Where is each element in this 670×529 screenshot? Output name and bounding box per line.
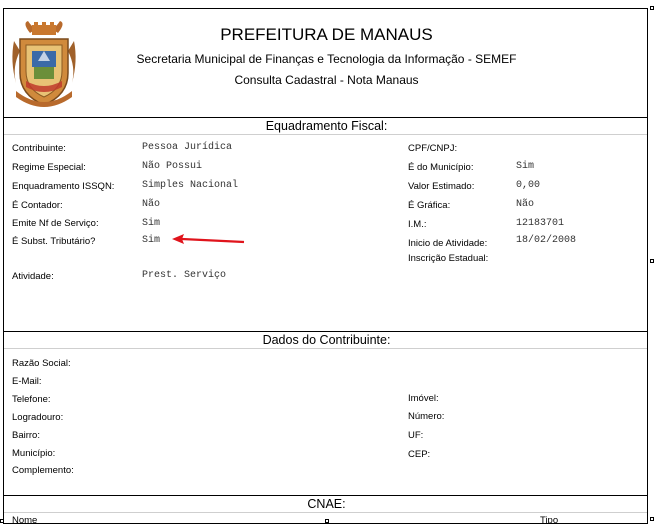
resize-handle-bottom-right[interactable] [650, 517, 654, 521]
field-label: I.M.: [408, 219, 427, 230]
field-value: Sim [516, 161, 535, 172]
field-label: Município: [12, 448, 56, 459]
field-value: Não Possui [142, 161, 203, 172]
report-page: PREFEITURA DE MANAUS Secretaria Municipa… [3, 8, 648, 524]
field-label: UF: [408, 430, 424, 441]
field-label: Inicio de Atividade: [408, 238, 488, 249]
field-value: 0,00 [516, 180, 541, 191]
field-label: Inscrição Estadual: [408, 253, 489, 264]
field-label: É Subst. Tributário? [12, 236, 96, 247]
field-label: Razão Social: [12, 358, 71, 369]
section-divider [4, 348, 647, 349]
section-divider [4, 331, 647, 332]
field-value: Simples Nacional [142, 180, 239, 191]
field-label: Regime Especial: [12, 162, 86, 173]
annotation-arrow-icon [172, 234, 245, 244]
column-header-nome: Nome [12, 515, 38, 524]
resize-handle-top-right[interactable] [650, 6, 654, 10]
field-label: Número: [408, 411, 445, 422]
field-label: Valor Estimado: [408, 181, 475, 192]
field-label: Complemento: [12, 465, 74, 476]
page-title: PREFEITURA DE MANAUS [220, 25, 433, 44]
field-value: Sim [142, 218, 161, 229]
field-label: Emite Nf de Serviço: [12, 218, 99, 229]
contribuinte-title: Dados do Contribuinte: [262, 333, 391, 347]
field-label: Atividade: [12, 271, 54, 282]
cnae-title: CNAE: [307, 497, 346, 511]
field-value: 12183701 [516, 218, 565, 229]
section-divider [4, 117, 647, 118]
field-label: E-Mail: [12, 376, 42, 387]
field-value: Não [142, 199, 161, 210]
field-label: Contribuinte: [12, 143, 66, 154]
field-label: Logradouro: [12, 412, 64, 423]
field-value: Prest. Serviço [142, 270, 227, 281]
resize-handle-bottom-left[interactable] [0, 519, 4, 523]
field-label: Imóvel: [408, 393, 439, 404]
field-label: É do Município: [408, 162, 474, 173]
field-value: Pessoa Jurídica [142, 142, 233, 153]
field-label: Bairro: [12, 430, 40, 441]
enquadramento-title: Equadramento Fiscal: [265, 119, 388, 133]
field-label: É Contador: [12, 200, 63, 211]
column-header-tipo: Tipo [540, 515, 559, 524]
resize-handle-bottom[interactable] [325, 519, 329, 523]
page-subtitle-2: Consulta Cadastral - Nota Manaus [234, 73, 419, 87]
field-value: Não [516, 199, 535, 210]
field-label: Enquadramento ISSQN: [12, 181, 115, 192]
field-label: CPF/CNPJ: [408, 143, 458, 154]
resize-handle-right[interactable] [650, 259, 654, 263]
field-label: É Gráfica: [408, 200, 451, 211]
field-value: Sim [142, 235, 161, 246]
section-divider [4, 512, 647, 513]
field-label: CEP: [408, 449, 431, 460]
section-divider [4, 495, 647, 496]
field-label: Telefone: [12, 394, 51, 405]
page-subtitle: Secretaria Municipal de Finanças e Tecno… [136, 52, 517, 66]
section-divider [4, 134, 647, 135]
field-value: 18/02/2008 [516, 235, 577, 246]
